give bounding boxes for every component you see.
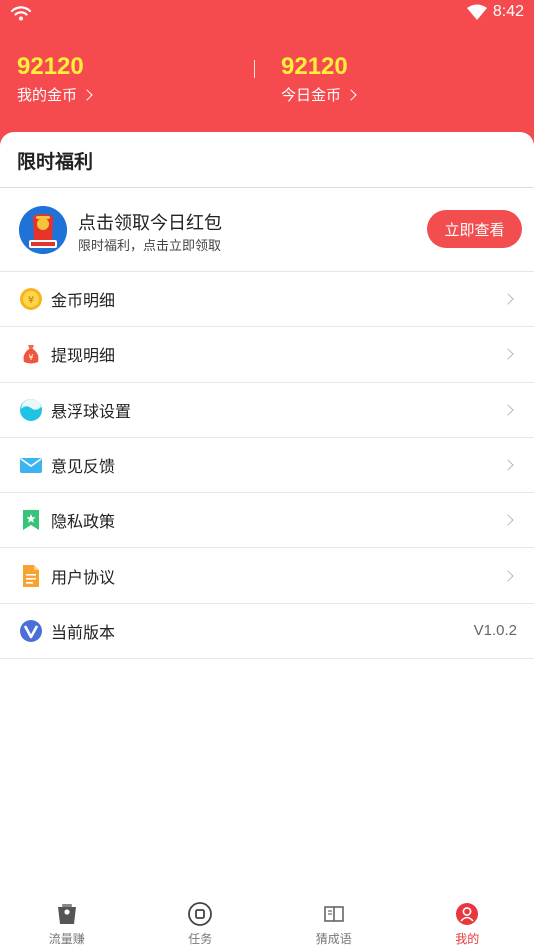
today-coins-value: 92120 [281, 53, 348, 80]
menu-item-coin-details[interactable]: ¥ 金币明细 [0, 272, 534, 328]
menu-label: 提现明细 [51, 346, 116, 366]
chevron-right-icon [502, 459, 514, 471]
menu-label: 用户协议 [51, 567, 116, 587]
wifi-icon [10, 6, 32, 21]
money-bag-icon: ¥ [23, 345, 39, 364]
coin-summary: 92120 我的金币 92120 今日金币 [0, 52, 534, 112]
tab-idioms[interactable]: 猜成语 [267, 895, 401, 949]
tab-traffic-earn[interactable]: 流量赚 [0, 895, 134, 949]
settings-menu: ¥ 金币明细 ¥ 提现明细 悬浮球设置 意见反馈 隐私政策 用户协议 当前版本 … [0, 272, 534, 660]
coin-divider [254, 60, 255, 78]
header: 8:42 92120 我的金币 92120 今日金币 [0, 0, 534, 150]
menu-item-withdraw-details[interactable]: ¥ 提现明细 [0, 327, 534, 383]
status-time: 8:42 [492, 3, 524, 20]
promo-subtitle: 限时福利，点击立即领取 [78, 239, 222, 254]
status-bar: 8:42 [0, 0, 534, 28]
svg-text:¥: ¥ [28, 295, 34, 306]
menu-item-float-ball[interactable]: 悬浮球设置 [0, 383, 534, 438]
today-coins[interactable]: 92120 今日金币 [281, 52, 357, 105]
today-coins-label: 今日金币 [281, 86, 342, 104]
book-icon [323, 906, 344, 922]
section-title: 限时福利 [17, 151, 94, 173]
chevron-right-icon [502, 293, 514, 305]
menu-label: 悬浮球设置 [51, 401, 132, 421]
today-coins-label-row: 今日金币 [281, 84, 357, 105]
tab-mine[interactable]: 我的 [401, 895, 534, 949]
bookmark-star-icon [23, 510, 39, 531]
phone-icon [57, 904, 76, 924]
menu-item-privacy[interactable]: 隐私政策 [0, 493, 534, 549]
menu-label: 金币明细 [51, 291, 116, 311]
version-v-icon [20, 619, 42, 642]
menu-label: 意见反馈 [51, 457, 116, 477]
red-envelope-icon [19, 206, 67, 254]
document-icon [23, 564, 39, 587]
user-icon [456, 903, 479, 925]
status-right: 8:42 [466, 3, 524, 21]
tab-label: 流量赚 [48, 932, 85, 946]
main-card: 限时福利 点击领取今日红包 限时福利，点击立即领取 立即查看 ¥ 金币明细 ¥ … [0, 132, 534, 949]
tab-label: 猜成语 [315, 932, 352, 946]
wifi-signal-icon [466, 4, 487, 20]
promo-banner[interactable]: 点击领取今日红包 限时福利，点击立即领取 立即查看 [0, 188, 534, 272]
mail-icon [20, 458, 42, 474]
tab-label: 我的 [455, 932, 480, 946]
my-coins-label: 我的金币 [17, 86, 78, 104]
my-coins-label-row: 我的金币 [17, 84, 93, 105]
task-circle-icon [188, 902, 213, 926]
chevron-right-icon [502, 404, 514, 416]
chevron-right-icon [502, 348, 514, 361]
version-value: V1.0.2 [473, 622, 517, 640]
chevron-right-icon [345, 88, 357, 101]
bottom-tab-bar: 流量赚 任务 猜成语 我的 [0, 895, 534, 949]
tab-label: 任务 [188, 932, 213, 946]
tab-tasks[interactable]: 任务 [134, 895, 268, 949]
view-now-button[interactable]: 立即查看 [427, 210, 522, 248]
menu-item-user-agreement[interactable]: 用户协议 [0, 548, 534, 604]
svg-text:¥: ¥ [28, 353, 33, 362]
my-coins[interactable]: 92120 我的金币 [17, 52, 93, 105]
float-ball-icon [20, 398, 42, 421]
chevron-right-icon [502, 569, 514, 582]
my-coins-value: 92120 [17, 53, 84, 80]
menu-label: 当前版本 [51, 622, 116, 642]
menu-item-feedback[interactable]: 意见反馈 [0, 438, 534, 494]
menu-label: 隐私政策 [51, 512, 116, 532]
chevron-right-icon [502, 514, 514, 526]
promo-title: 点击领取今日红包 [78, 213, 222, 234]
menu-item-version: 当前版本 V1.0.2 [0, 604, 534, 660]
coin-icon: ¥ [20, 288, 42, 311]
chevron-right-icon [81, 88, 93, 101]
